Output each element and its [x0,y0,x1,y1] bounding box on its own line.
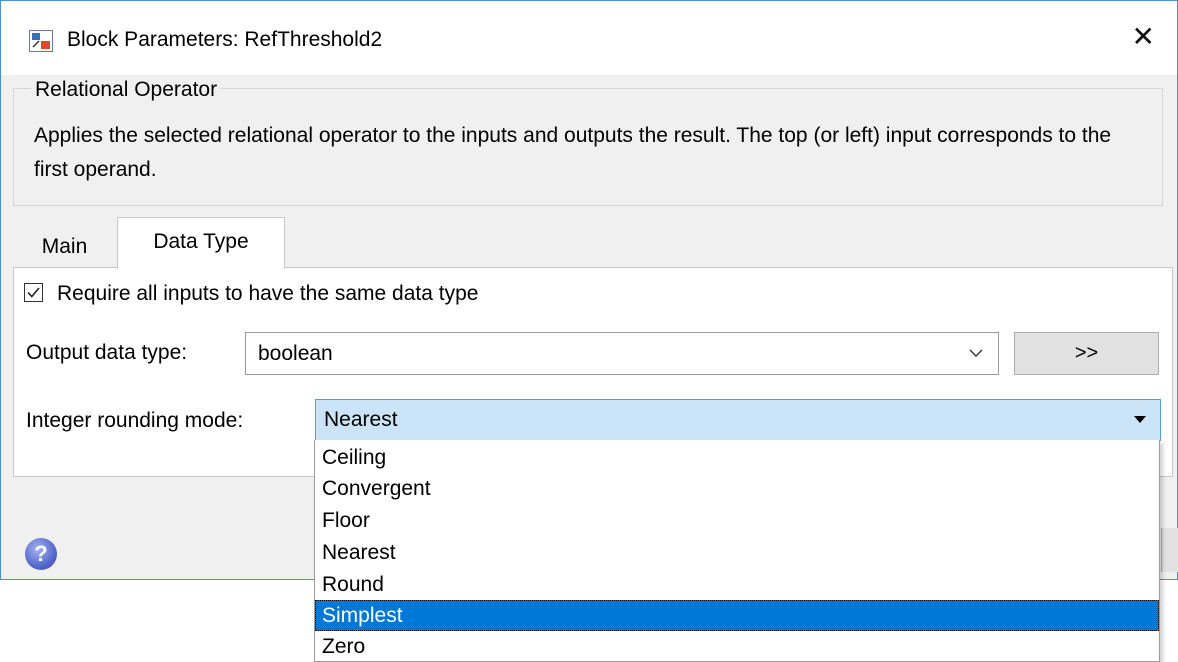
title-bar: Block Parameters: RefThreshold2 ✕ [1,1,1177,75]
option-nearest[interactable]: Nearest [315,537,1159,568]
window-title: Block Parameters: RefThreshold2 [67,28,383,51]
close-icon[interactable]: ✕ [1132,23,1155,51]
data-type-assistant-button[interactable]: >> [1014,332,1159,375]
output-data-type-value[interactable]: boolean [258,342,333,366]
dialog-button-edge[interactable] [1161,528,1178,572]
option-convergent[interactable]: Convergent [315,473,1159,504]
help-icon[interactable]: ? [25,538,57,570]
output-data-type-combo[interactable]: boolean [245,332,999,375]
option-ceiling[interactable]: Ceiling [315,442,1159,473]
group-title: Relational Operator [31,78,222,102]
chevron-down-icon[interactable] [968,345,984,366]
dropdown-arrow-icon[interactable] [1134,416,1146,423]
option-round[interactable]: Round [315,569,1159,600]
tab-main[interactable]: Main [15,231,114,267]
integer-rounding-select[interactable]: Nearest [315,399,1161,441]
output-data-type-label: Output data type: [26,341,188,364]
require-same-type-checkbox[interactable] [24,283,43,302]
integer-rounding-label: Integer rounding mode: [26,409,244,432]
rounding-dropdown-list[interactable]: Ceiling Convergent Floor Nearest Round S… [314,440,1160,662]
option-zero[interactable]: Zero [315,631,1159,662]
require-same-type-label[interactable]: Require all inputs to have the same data… [57,282,478,306]
option-floor[interactable]: Floor [315,505,1159,536]
block-description: Applies the selected relational operator… [34,124,1112,181]
integer-rounding-value[interactable]: Nearest [324,408,398,432]
simulink-app-icon [29,30,53,52]
checkmark-icon [27,287,40,298]
tab-data-type[interactable]: Data Type [117,217,285,269]
option-simplest[interactable]: Simplest [315,600,1159,631]
